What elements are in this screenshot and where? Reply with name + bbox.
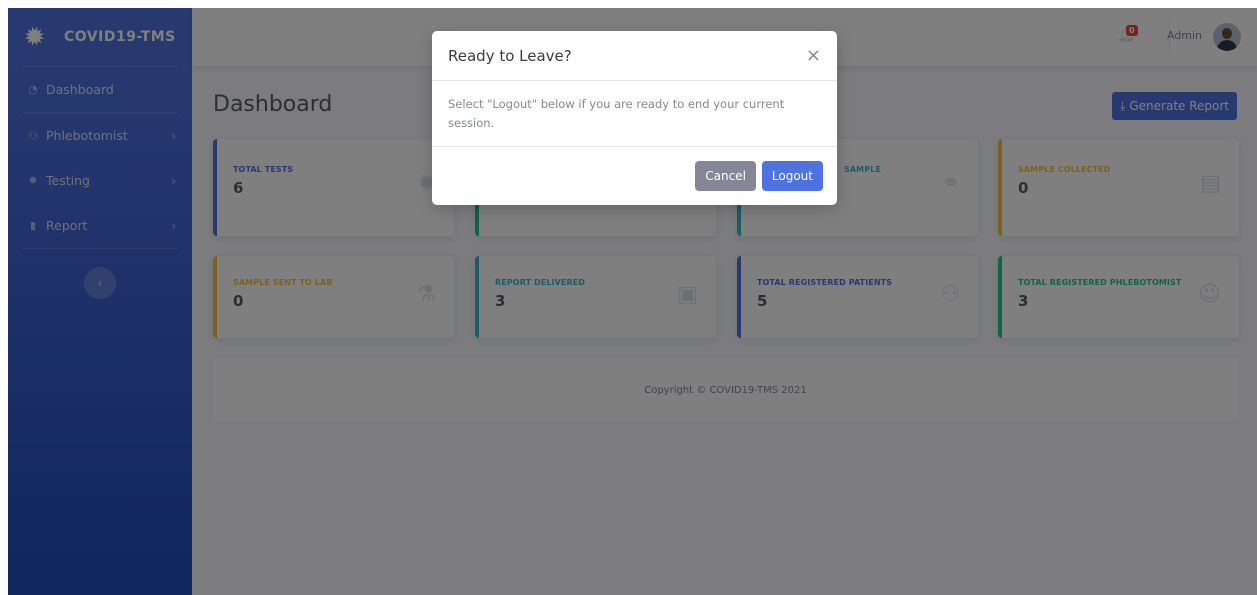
modal-footer: Cancel Logout	[432, 147, 837, 205]
close-icon[interactable]: ×	[806, 46, 821, 65]
logout-modal: Ready to Leave? × Select "Logout" below …	[432, 31, 837, 205]
modal-body: Select "Logout" below if you are ready t…	[432, 81, 837, 147]
logout-button[interactable]: Logout	[761, 161, 823, 191]
modal-header: Ready to Leave? ×	[432, 31, 837, 81]
cancel-button[interactable]: Cancel	[695, 161, 756, 191]
modal-title: Ready to Leave?	[448, 46, 572, 65]
